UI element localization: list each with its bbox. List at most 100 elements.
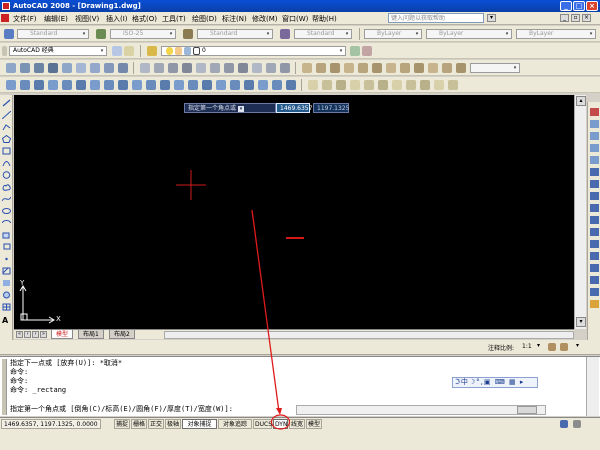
view-se-iso-icon[interactable] bbox=[238, 63, 248, 73]
trim-icon[interactable] bbox=[590, 216, 599, 224]
lineweight-toggle[interactable]: 线宽 bbox=[289, 419, 305, 429]
ucs-origin-icon[interactable] bbox=[386, 63, 396, 73]
text-style-select[interactable]: Standard ▾ bbox=[17, 29, 89, 39]
first-tab-icon[interactable]: « bbox=[16, 331, 23, 338]
gradient-icon[interactable] bbox=[2, 279, 11, 287]
3d-hidden-icon[interactable] bbox=[336, 80, 346, 90]
ortho-toggle[interactable]: 正交 bbox=[148, 419, 164, 429]
materials-icon[interactable] bbox=[420, 80, 430, 90]
scroll-up-arrow-icon[interactable]: ▴ bbox=[576, 96, 586, 106]
extend-icon[interactable] bbox=[590, 228, 599, 236]
visual-style-manager-icon[interactable] bbox=[378, 80, 388, 90]
conceptual-icon[interactable] bbox=[364, 80, 374, 90]
cylinder-icon[interactable] bbox=[76, 80, 86, 90]
prev-tab-icon[interactable]: ‹ bbox=[24, 331, 31, 338]
ucs-3point-icon[interactable] bbox=[414, 63, 424, 73]
insert-block-icon[interactable] bbox=[2, 231, 11, 239]
ucs-face-icon[interactable] bbox=[344, 63, 354, 73]
extrude-icon[interactable] bbox=[146, 80, 156, 90]
clean-screen-icon[interactable] bbox=[573, 420, 581, 428]
otrack-toggle[interactable]: 对象追踪 bbox=[218, 419, 252, 429]
annotation-scale-dropdown-icon[interactable]: ▾ bbox=[537, 342, 540, 349]
layer-previous-icon[interactable] bbox=[362, 46, 372, 56]
ellipse-icon[interactable] bbox=[2, 207, 11, 215]
box-icon[interactable] bbox=[20, 80, 30, 90]
ucs-icon[interactable] bbox=[302, 63, 312, 73]
canvas-vertical-scrollbar[interactable]: ▴ ▾ bbox=[574, 95, 586, 329]
circle-icon[interactable] bbox=[2, 171, 11, 179]
command-window-grip[interactable] bbox=[2, 359, 7, 415]
dynamic-input-x-field[interactable]: 1469.6357 bbox=[276, 103, 312, 113]
tab-model[interactable]: 模型 bbox=[51, 330, 74, 339]
ellipse-arc-icon[interactable] bbox=[2, 219, 11, 227]
pyramid-icon[interactable] bbox=[104, 80, 114, 90]
dim-style-select[interactable]: ISO-25 ▾ bbox=[110, 29, 176, 39]
pan-icon[interactable] bbox=[118, 63, 128, 73]
scale-icon[interactable] bbox=[590, 192, 599, 200]
view-right-icon[interactable] bbox=[182, 63, 192, 73]
ucs-world-icon[interactable] bbox=[316, 63, 326, 73]
menu-edit[interactable]: 编辑(E) bbox=[44, 14, 68, 24]
view-back-icon[interactable] bbox=[210, 63, 220, 73]
spline-icon[interactable] bbox=[2, 195, 11, 203]
region-icon[interactable] bbox=[2, 291, 11, 299]
named-ucs-select[interactable]: ▾ bbox=[470, 63, 520, 73]
fillet-icon[interactable] bbox=[590, 288, 599, 296]
revolve-icon[interactable] bbox=[188, 80, 198, 90]
hatch-icon[interactable] bbox=[2, 267, 11, 275]
menu-file[interactable]: 文件(F) bbox=[13, 14, 37, 24]
ime-toolbar[interactable]: ℑ中☽°,▣ ⌨ ▦ ▸ bbox=[452, 377, 538, 388]
close-button[interactable]: × bbox=[586, 1, 598, 11]
loft-icon[interactable] bbox=[202, 80, 212, 90]
annotation-visibility-icon[interactable] bbox=[548, 343, 556, 351]
rectangle-icon[interactable] bbox=[2, 147, 11, 155]
sweep-icon[interactable] bbox=[174, 80, 184, 90]
cone-icon[interactable] bbox=[48, 80, 58, 90]
menu-tools[interactable]: 工具(T) bbox=[162, 14, 186, 24]
menu-draw[interactable]: 绘图(D) bbox=[192, 14, 217, 24]
menu-modify[interactable]: 修改(M) bbox=[252, 14, 278, 24]
make-block-icon[interactable] bbox=[2, 243, 11, 251]
orbit-icon[interactable] bbox=[6, 63, 16, 73]
join-icon[interactable] bbox=[590, 264, 599, 272]
polar-toggle[interactable]: 极轴 bbox=[165, 419, 181, 429]
2d-wireframe-icon[interactable] bbox=[308, 80, 318, 90]
fly-icon[interactable] bbox=[90, 63, 100, 73]
ucs-y-icon[interactable] bbox=[442, 63, 452, 73]
minimize-button[interactable]: _ bbox=[560, 1, 572, 11]
polysolid-icon[interactable] bbox=[6, 80, 16, 90]
menu-format[interactable]: 格式(O) bbox=[132, 14, 157, 24]
3d-wireframe-icon[interactable] bbox=[322, 80, 332, 90]
table-style-icon[interactable] bbox=[183, 29, 193, 39]
subtract-icon[interactable] bbox=[230, 80, 240, 90]
help-search-icon[interactable]: ▾ bbox=[487, 14, 496, 22]
auto-scale-icon[interactable] bbox=[560, 343, 568, 351]
table-icon[interactable] bbox=[2, 303, 11, 311]
break-icon[interactable] bbox=[590, 252, 599, 260]
command-vertical-scrollbar[interactable] bbox=[586, 357, 599, 416]
mirror-icon[interactable] bbox=[590, 132, 599, 140]
swivel-icon[interactable] bbox=[62, 63, 72, 73]
multileader-style-icon[interactable] bbox=[280, 29, 290, 39]
array-icon[interactable] bbox=[590, 156, 599, 164]
view-nw-iso-icon[interactable] bbox=[266, 63, 276, 73]
erase-icon[interactable] bbox=[590, 108, 599, 116]
canvas-horizontal-scrollbar[interactable] bbox=[164, 331, 574, 339]
command-prompt-line[interactable]: 指定第一个角点或 [倒角(C)/标高(E)/圆角(F)/厚度(T)/宽度(W)]… bbox=[10, 405, 233, 414]
color-select[interactable]: ByLayer ▾ bbox=[364, 29, 422, 39]
doc-restore-button[interactable]: ▫ bbox=[571, 14, 580, 22]
ducs-toggle[interactable]: DUCS bbox=[253, 419, 272, 429]
zoom-icon[interactable] bbox=[104, 63, 114, 73]
view-left-icon[interactable] bbox=[168, 63, 178, 73]
scroll-thumb[interactable] bbox=[517, 406, 537, 414]
my-workspace-icon[interactable] bbox=[124, 46, 134, 56]
last-tab-icon[interactable]: » bbox=[40, 331, 47, 338]
walk-icon[interactable] bbox=[76, 63, 86, 73]
ucs-object-icon[interactable] bbox=[358, 63, 368, 73]
helix-icon[interactable] bbox=[118, 80, 128, 90]
union-icon[interactable] bbox=[216, 80, 226, 90]
ucs-x-icon[interactable] bbox=[428, 63, 438, 73]
next-tab-icon[interactable]: › bbox=[32, 331, 39, 338]
revision-cloud-icon[interactable] bbox=[2, 183, 11, 191]
render-icon[interactable] bbox=[392, 80, 402, 90]
